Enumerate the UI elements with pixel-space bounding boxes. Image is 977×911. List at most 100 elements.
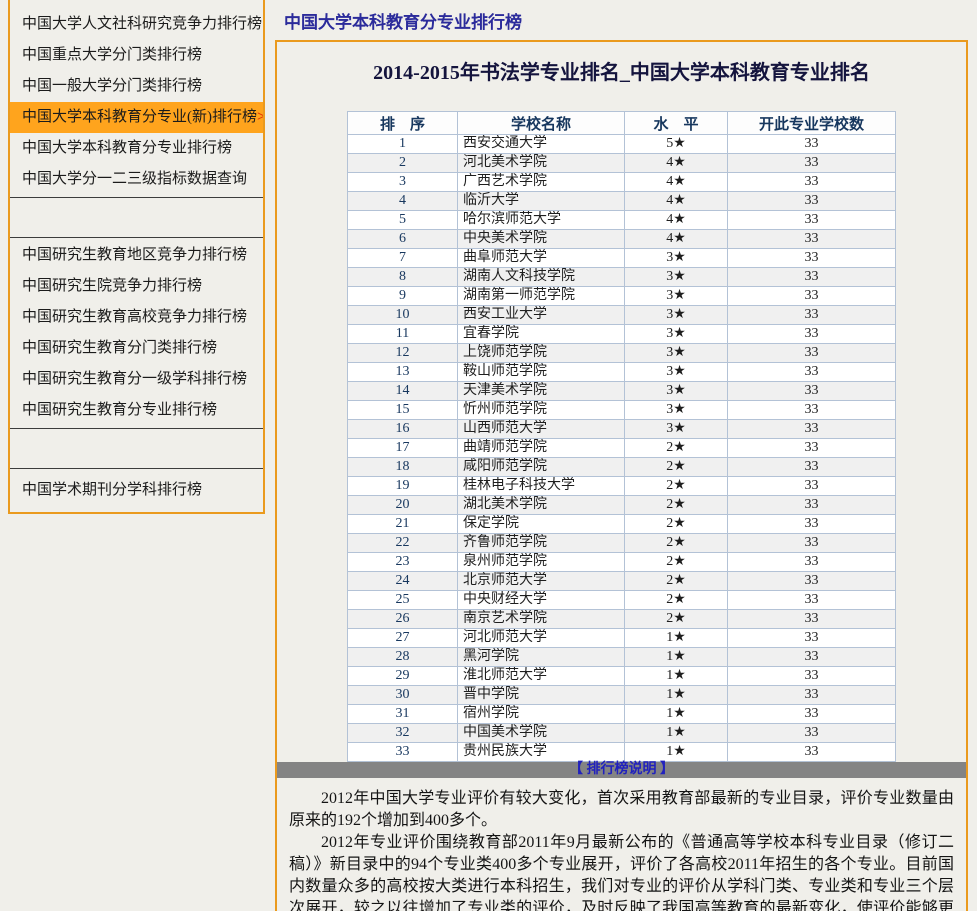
table-row: 14天津美术学院3★33 (348, 382, 896, 401)
level-cell: 2★ (625, 534, 728, 553)
notice-bar[interactable]: 【 排行榜说明 】 (277, 762, 966, 778)
rank-cell: 22 (348, 534, 458, 553)
sidebar-item-label: 中国研究生教育地区竞争力排行榜 (22, 247, 247, 263)
level-cell: 2★ (625, 553, 728, 572)
school-name-cell: 齐鲁师范学院 (458, 534, 625, 553)
rank-cell: 8 (348, 268, 458, 287)
level-cell: 2★ (625, 591, 728, 610)
school-count-cell: 33 (728, 230, 896, 249)
school-count-cell: 33 (728, 249, 896, 268)
level-cell: 2★ (625, 458, 728, 477)
school-count-cell: 33 (728, 458, 896, 477)
school-name-cell: 南京艺术学院 (458, 610, 625, 629)
level-cell: 3★ (625, 325, 728, 344)
sidebar-item[interactable]: 中国研究生院竞争力排行榜 (10, 271, 263, 302)
school-count-cell: 33 (728, 173, 896, 192)
sidebar-item[interactable]: 中国大学科技研究竞争力排行榜 (10, 0, 263, 9)
table-row: 21保定学院2★33 (348, 515, 896, 534)
sidebar-item[interactable]: 中国研究生教育地区竞争力排行榜 (10, 240, 263, 271)
sidebar-item[interactable]: 中国研究生教育分门类排行榜 (10, 333, 263, 364)
rank-cell: 30 (348, 686, 458, 705)
school-count-cell: 33 (728, 382, 896, 401)
school-name-cell: 天津美术学院 (458, 382, 625, 401)
school-name-cell: 北京师范大学 (458, 572, 625, 591)
level-cell: 5★ (625, 135, 728, 154)
sidebar-item-label: 中国研究生教育高校竞争力排行榜 (22, 309, 247, 325)
table-row: 15忻州师范学院3★33 (348, 401, 896, 420)
table-row: 18咸阳师范学院2★33 (348, 458, 896, 477)
sidebar-item[interactable]: 中国研究生教育分一级学科排行榜 (10, 364, 263, 395)
sidebar-item[interactable]: 中国大学分一二三级指标数据查询 (10, 164, 263, 195)
sidebar-item[interactable]: 中国研究生教育分专业排行榜 (10, 395, 263, 426)
rank-cell: 16 (348, 420, 458, 439)
rank-cell: 29 (348, 667, 458, 686)
school-name-cell: 上饶师范学院 (458, 344, 625, 363)
level-cell: 1★ (625, 743, 728, 762)
level-cell: 2★ (625, 515, 728, 534)
sidebar-item[interactable]: 中国学术期刊分学科排行榜 (10, 475, 263, 506)
school-count-cell: 33 (728, 705, 896, 724)
school-count-cell: 33 (728, 667, 896, 686)
table-row: 8湖南人文科技学院3★33 (348, 268, 896, 287)
school-count-cell: 33 (728, 553, 896, 572)
sidebar-item[interactable]: 中国重点大学分门类排行榜 (10, 40, 263, 71)
school-count-cell: 33 (728, 648, 896, 667)
sidebar-section: 中国大学科技研究竞争力排行榜中国大学人文社科研究竞争力排行榜中国重点大学分门类排… (10, 0, 263, 198)
sidebar-item-label: 中国学术期刊分学科排行榜 (22, 482, 202, 498)
rank-cell: 18 (348, 458, 458, 477)
rank-cell: 2 (348, 154, 458, 173)
page-title: 2014-2015年书法学专业排名_中国大学本科教育专业排名 (277, 56, 966, 85)
school-count-cell: 33 (728, 306, 896, 325)
school-name-cell: 临沂大学 (458, 192, 625, 211)
school-name-cell: 曲阜师范大学 (458, 249, 625, 268)
school-count-cell: 33 (728, 515, 896, 534)
rank-cell: 28 (348, 648, 458, 667)
sidebar-item[interactable]: 中国大学人文社科研究竞争力排行榜 (10, 9, 263, 40)
school-name-cell: 宜春学院 (458, 325, 625, 344)
level-cell: 3★ (625, 382, 728, 401)
school-name-cell: 泉州师范学院 (458, 553, 625, 572)
school-count-cell: 33 (728, 401, 896, 420)
level-cell: 1★ (625, 648, 728, 667)
table-row: 10西安工业大学3★33 (348, 306, 896, 325)
sidebar-item[interactable]: 中国一般大学分门类排行榜 (10, 71, 263, 102)
school-name-cell: 贵州民族大学 (458, 743, 625, 762)
school-count-cell: 33 (728, 344, 896, 363)
school-count-cell: 33 (728, 420, 896, 439)
level-cell: 1★ (625, 724, 728, 743)
sidebar-item-label: 中国大学科技研究竞争力排行榜 (22, 0, 232, 1)
table-row: 9湖南第一师范学院3★33 (348, 287, 896, 306)
sidebar-item[interactable]: 中国大学本科教育分专业排行榜 (10, 133, 263, 164)
school-count-cell: 33 (728, 192, 896, 211)
sidebar-item-label: 中国重点大学分门类排行榜 (22, 47, 202, 63)
rank-cell: 1 (348, 135, 458, 154)
table-row: 23泉州师范学院2★33 (348, 553, 896, 572)
school-name-cell: 咸阳师范学院 (458, 458, 625, 477)
level-cell: 1★ (625, 686, 728, 705)
school-count-cell: 33 (728, 629, 896, 648)
school-count-cell: 33 (728, 154, 896, 173)
level-cell: 2★ (625, 496, 728, 515)
sidebar-item-active[interactable]: 中国大学本科教育分专业(新)排行榜>>> (10, 102, 263, 133)
school-count-cell: 33 (728, 591, 896, 610)
school-name-cell: 广西艺术学院 (458, 173, 625, 192)
table-row: 5哈尔滨师范大学4★33 (348, 211, 896, 230)
sidebar-item-label: 中国大学本科教育分专业(新)排行榜 (22, 109, 257, 125)
table-row: 4临沂大学4★33 (348, 192, 896, 211)
sidebar-item[interactable]: 中国研究生教育高校竞争力排行榜 (10, 302, 263, 333)
rank-cell: 12 (348, 344, 458, 363)
rank-cell: 17 (348, 439, 458, 458)
sidebar-item-label: 中国大学本科教育分专业排行榜 (22, 140, 232, 156)
school-count-cell: 33 (728, 534, 896, 553)
level-cell: 4★ (625, 173, 728, 192)
description: 2012年中国大学专业评价有较大变化，首次采用教育部最新的专业目录，评价专业数量… (289, 788, 954, 911)
sidebar-item-label: 中国一般大学分门类排行榜 (22, 78, 202, 94)
level-cell: 3★ (625, 344, 728, 363)
rank-cell: 20 (348, 496, 458, 515)
level-cell: 2★ (625, 610, 728, 629)
school-count-cell: 33 (728, 496, 896, 515)
table-row: 13鞍山师范学院3★33 (348, 363, 896, 382)
school-name-cell: 晋中学院 (458, 686, 625, 705)
breadcrumb-link[interactable]: 中国大学本科教育分专业排行榜 (284, 8, 522, 33)
rank-cell: 6 (348, 230, 458, 249)
